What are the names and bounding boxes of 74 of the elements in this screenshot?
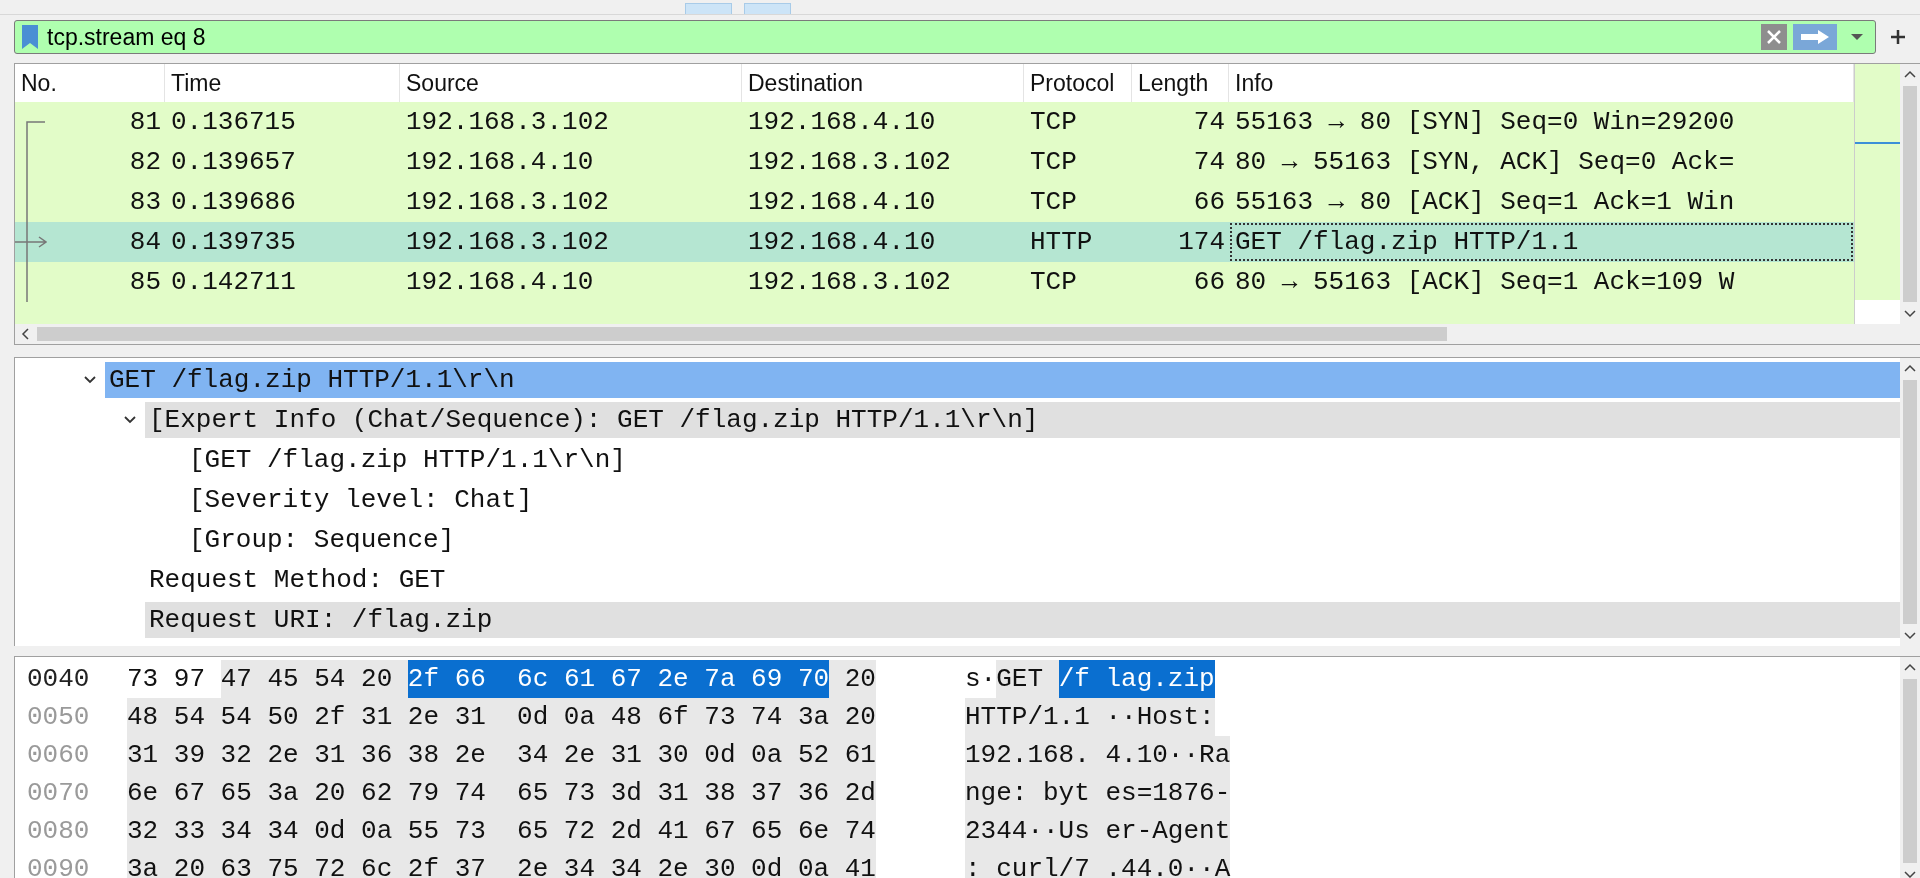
table-cell-text: 66 bbox=[1192, 186, 1226, 219]
hex-bytes: 31 39 32 2e 31 36 38 2e 34 2e 31 30 0d 0a 52 61 bbox=[127, 736, 876, 774]
tree-item[interactable]: Request Method: GET bbox=[145, 562, 1900, 598]
table-cell-text: 80 → 55163 [ACK] Seq=1 Ack=109 W bbox=[1234, 266, 1736, 299]
hex-bytes: 32 33 34 34 0d 0a 55 73 65 72 2d 41 67 65 6e 74 bbox=[127, 812, 876, 850]
filter-field[interactable]: tcp.stream eq 8 bbox=[14, 20, 1876, 54]
hex-bytes: 47 45 54 20 bbox=[220, 660, 408, 698]
table-cell-text: 192.168.3.102 bbox=[405, 186, 610, 219]
table-cell: GET /flag.zip HTTP/1.1 bbox=[1229, 222, 1854, 262]
table-cell-text: 192.168.4.10 bbox=[405, 266, 595, 299]
table-cell-text: TCP bbox=[1029, 186, 1078, 219]
ascii-text: HTTP/1.1 ··Host: bbox=[965, 698, 1215, 736]
bookmark-icon[interactable] bbox=[19, 23, 41, 51]
table-cell-text: HTTP bbox=[1029, 226, 1094, 259]
table-cell-text: 82 bbox=[128, 146, 161, 179]
table-cell-text: TCP bbox=[1029, 106, 1078, 139]
hex-bytes: 6e 67 65 3a 20 62 79 74 65 73 3d 31 38 37 36 2d bbox=[127, 774, 876, 812]
table-cell-text: 55163 → 80 [SYN] Seq=0 Win=29200 bbox=[1234, 106, 1736, 139]
offset-label: 0040 bbox=[26, 664, 91, 694]
table-cell-text: 0.136715 bbox=[170, 106, 297, 139]
offset-label: 0090 bbox=[26, 854, 91, 878]
offset-label: 0060 bbox=[26, 740, 91, 770]
ascii-text: GET bbox=[996, 660, 1059, 698]
table-cell-text: TCP bbox=[1029, 266, 1078, 299]
table-cell-text: 192.168.3.102 bbox=[405, 226, 610, 259]
table-cell-text: 0.139686 bbox=[170, 186, 297, 219]
hex-bytes: 20 bbox=[829, 660, 876, 698]
offset-label: 0080 bbox=[26, 816, 91, 846]
ascii-text: 2344··Us er-Agent bbox=[965, 812, 1231, 850]
ascii-text: 192.168. 4.10··Ra bbox=[965, 736, 1231, 774]
table-cell-text: 80 → 55163 [SYN, ACK] Seq=0 Ack= bbox=[1234, 146, 1736, 179]
tree-item[interactable]: GET /flag.zip HTTP/1.1\r\n bbox=[105, 362, 1900, 398]
table-cell-text: 0.139657 bbox=[170, 146, 297, 179]
table-cell-text: 66 bbox=[1192, 266, 1226, 299]
table-cell-text: 0.139735 bbox=[170, 226, 297, 259]
scrollbar[interactable] bbox=[1900, 657, 1920, 878]
table-cell-text: 192.168.4.10 bbox=[747, 186, 937, 219]
table-cell-text: 174 bbox=[1177, 226, 1226, 259]
hex-bytes: 3a 20 63 75 72 6c 2f 37 2e 34 34 2e 30 0d 0a 41 bbox=[127, 850, 876, 878]
ascii-text: : curl/7 .44.0··A bbox=[965, 850, 1231, 878]
table-cell-text: 74 bbox=[1192, 146, 1226, 179]
ascii-text: /f lag.zip bbox=[1058, 660, 1215, 698]
table-cell-text: 83 bbox=[128, 186, 161, 219]
table-cell-text: 55163 → 80 [ACK] Seq=1 Ack=1 Win bbox=[1234, 186, 1736, 219]
hex-bytes: 73 97 bbox=[127, 663, 206, 696]
packet-row[interactable]: 84 0.139735 192.168.3.102 192.168.4.10 HTTP 174 GET /flag.zip HTTP/1.1 bbox=[15, 222, 1854, 262]
tree-item[interactable]: Request URI: /flag.zip bbox=[145, 602, 1900, 638]
table-cell-text: 192.168.3.102 bbox=[747, 146, 952, 179]
table-cell-text: 192.168.4.10 bbox=[405, 146, 595, 179]
table-cell-text: 84 bbox=[128, 226, 161, 259]
tree-item[interactable]: [Group: Sequence] bbox=[185, 522, 1900, 558]
ascii-text: nge: byt es=1876- bbox=[965, 774, 1231, 812]
table-cell-text: 85 bbox=[128, 266, 161, 299]
offset-label: 0050 bbox=[26, 702, 91, 732]
table-cell-text: 81 bbox=[128, 106, 161, 139]
tree-item[interactable]: [Expert Info (Chat/Sequence): GET /flag.zip HTTP/1.1\r\n] bbox=[145, 402, 1900, 438]
table-cell-text: 192.168.4.10 bbox=[747, 226, 937, 259]
tree-item[interactable]: [GET /flag.zip HTTP/1.1\r\n] bbox=[185, 442, 1900, 478]
table-cell-text: 0.142711 bbox=[170, 266, 297, 299]
hex-bytes: 2f 66 6c 61 67 2e 7a 69 70 bbox=[407, 660, 830, 698]
table-cell-text: TCP bbox=[1029, 146, 1078, 179]
table-cell-text: 192.168.3.102 bbox=[405, 106, 610, 139]
hex-bytes: 48 54 54 50 2f 31 2e 31 0d 0a 48 6f 73 74 3a 20 bbox=[127, 698, 876, 736]
scrollbar[interactable] bbox=[1900, 358, 1920, 646]
table-cell-text: 192.168.3.102 bbox=[747, 266, 952, 299]
tree-item[interactable]: [Severity level: Chat] bbox=[185, 482, 1900, 518]
ascii-text: s· bbox=[965, 663, 997, 696]
table-cell-text: 192.168.4.10 bbox=[747, 106, 937, 139]
table-cell-text: 74 bbox=[1192, 106, 1226, 139]
request-arrow-icon bbox=[15, 222, 47, 262]
filter-input[interactable]: tcp.stream eq 8 bbox=[47, 22, 1755, 52]
clear-icon[interactable] bbox=[1761, 24, 1787, 50]
conversation-line-icon bbox=[26, 262, 28, 302]
offset-label: 0070 bbox=[26, 778, 91, 808]
